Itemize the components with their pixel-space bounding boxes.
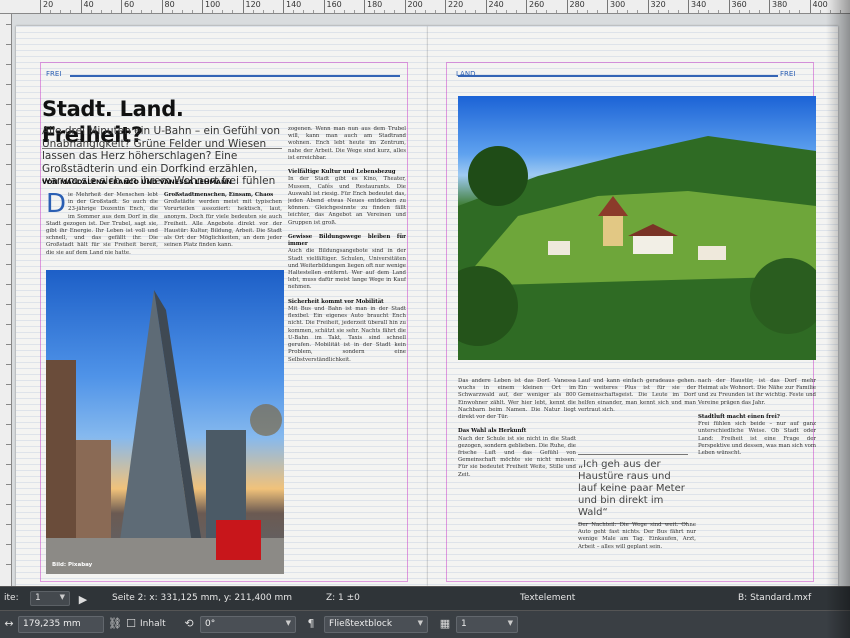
- text-column-5b[interactable]: Der Nachteil: Die Wege sind weit. Ohne A…: [578, 522, 696, 574]
- village-photo[interactable]: [458, 96, 816, 360]
- page-left[interactable]: FREI Stadt. Land. Freiheit? Alle drei Mi…: [16, 26, 428, 586]
- city-photo[interactable]: Bild: Pixabay: [46, 270, 284, 574]
- chevron-down-icon: ▼: [507, 619, 513, 627]
- link-icon[interactable]: ⛓: [108, 617, 122, 631]
- chevron-down-icon: ▼: [285, 619, 291, 627]
- text-column-4[interactable]: Das andere Leben ist das Dorf. Vanessa w…: [458, 378, 576, 574]
- dropcap: D: [46, 192, 67, 219]
- x-position-value: 179,235 mm: [23, 619, 81, 629]
- header-label-right: FREI: [780, 70, 796, 78]
- subhead: Vielfältige Kultur und Lebensbezug: [288, 169, 396, 176]
- pull-quote[interactable]: „Ich geh aus der Haustüre raus und lauf …: [578, 454, 688, 524]
- columns-icon: ▦: [439, 617, 451, 630]
- subhead: Das Wahl als Herkunft: [458, 428, 527, 435]
- next-page-icon[interactable]: ▶: [76, 593, 90, 607]
- subhead: Gewisse Bildungswege bleiben für immer: [288, 234, 406, 248]
- page-number-value: 1: [35, 593, 41, 603]
- rotation-icon: ⟲: [184, 617, 194, 630]
- paragraph-style-value: Fließtextblock: [329, 619, 393, 629]
- text-column-5[interactable]: Lauf und kann einfach geradeaus gehen. E…: [578, 378, 696, 450]
- rotation-value: 0°: [205, 619, 216, 629]
- header-label-left: FREI: [46, 70, 62, 78]
- horizontal-ruler[interactable]: 20 40 60 80 100 120 140 160 180 200 220 240 260 280 30…: [0, 0, 850, 14]
- header-rule: [458, 75, 778, 77]
- pasteboard: FREI Stadt. Land. Freiheit? Alle drei Mi…: [12, 14, 850, 586]
- subhead: Stadtluft macht einen frei?: [698, 414, 780, 421]
- village-photo-drawing: [458, 136, 816, 360]
- page-label: ite:: [4, 593, 19, 603]
- x-position-field[interactable]: 179,235 mm: [18, 616, 104, 633]
- page-right[interactable]: LAND FREI Das andere Leben ist das Dorf.…: [428, 26, 838, 586]
- page-number-field[interactable]: 1 ▼: [30, 591, 70, 606]
- control-bar: ↔ 179,235 mm ⛓ ☐ Inhalt ⟲ 0° ▼ ¶ Fließtex…: [0, 610, 850, 638]
- cursor-position: Seite 2: x: 331,125 mm, y: 211,400 mm: [112, 593, 293, 603]
- header-rule: [70, 75, 400, 77]
- status-bar: ite: 1 ▼ ▶ Seite 2: x: 331,125 mm, y: 211…: [0, 586, 850, 610]
- city-photo-drawing: [46, 290, 284, 574]
- rotation-field[interactable]: 0° ▼: [200, 616, 296, 633]
- zoom-readout: Z: 1 ±0: [326, 593, 360, 603]
- chevron-down-icon: ▼: [417, 619, 423, 627]
- photo-credit: Bild: Pixabay: [52, 562, 93, 568]
- byline[interactable]: VON MAGDALENA FRANCO UND VANESSA LEHMANN: [42, 178, 282, 186]
- subhead: Sicherheit kommt vor Mobilität: [288, 298, 384, 305]
- text-column-1[interactable]: D ie Mehrheit der Menschen lebt in der G…: [46, 192, 158, 264]
- master-page: B: Standard.mxf: [738, 593, 812, 603]
- chevron-down-icon: ▼: [59, 593, 65, 601]
- text-column-3[interactable]: zogenen. Wenn man nun aus dem Trubel wil…: [288, 126, 406, 574]
- paragraph-style-icon: ¶: [307, 617, 315, 630]
- checkbox-icon[interactable]: ☐: [124, 617, 138, 631]
- columns-field[interactable]: 1 ▼: [456, 616, 518, 633]
- columns-value: 1: [461, 619, 467, 629]
- paragraph-style-select[interactable]: Fließtextblock ▼: [324, 616, 428, 633]
- content-label: Inhalt: [140, 619, 166, 629]
- text-column-6[interactable]: nach der Haustür, ist das Dorf mehr Heim…: [698, 378, 816, 574]
- subhead: Großstadtmenschen, Einsam, Chaos: [164, 192, 274, 198]
- x-position-icon: ↔: [4, 617, 14, 630]
- vertical-ruler[interactable]: [0, 14, 12, 586]
- object-type: Textelement: [520, 593, 576, 603]
- text-column-2[interactable]: Großstadtmenschen, Einsam, Chaos Großstä…: [164, 192, 282, 264]
